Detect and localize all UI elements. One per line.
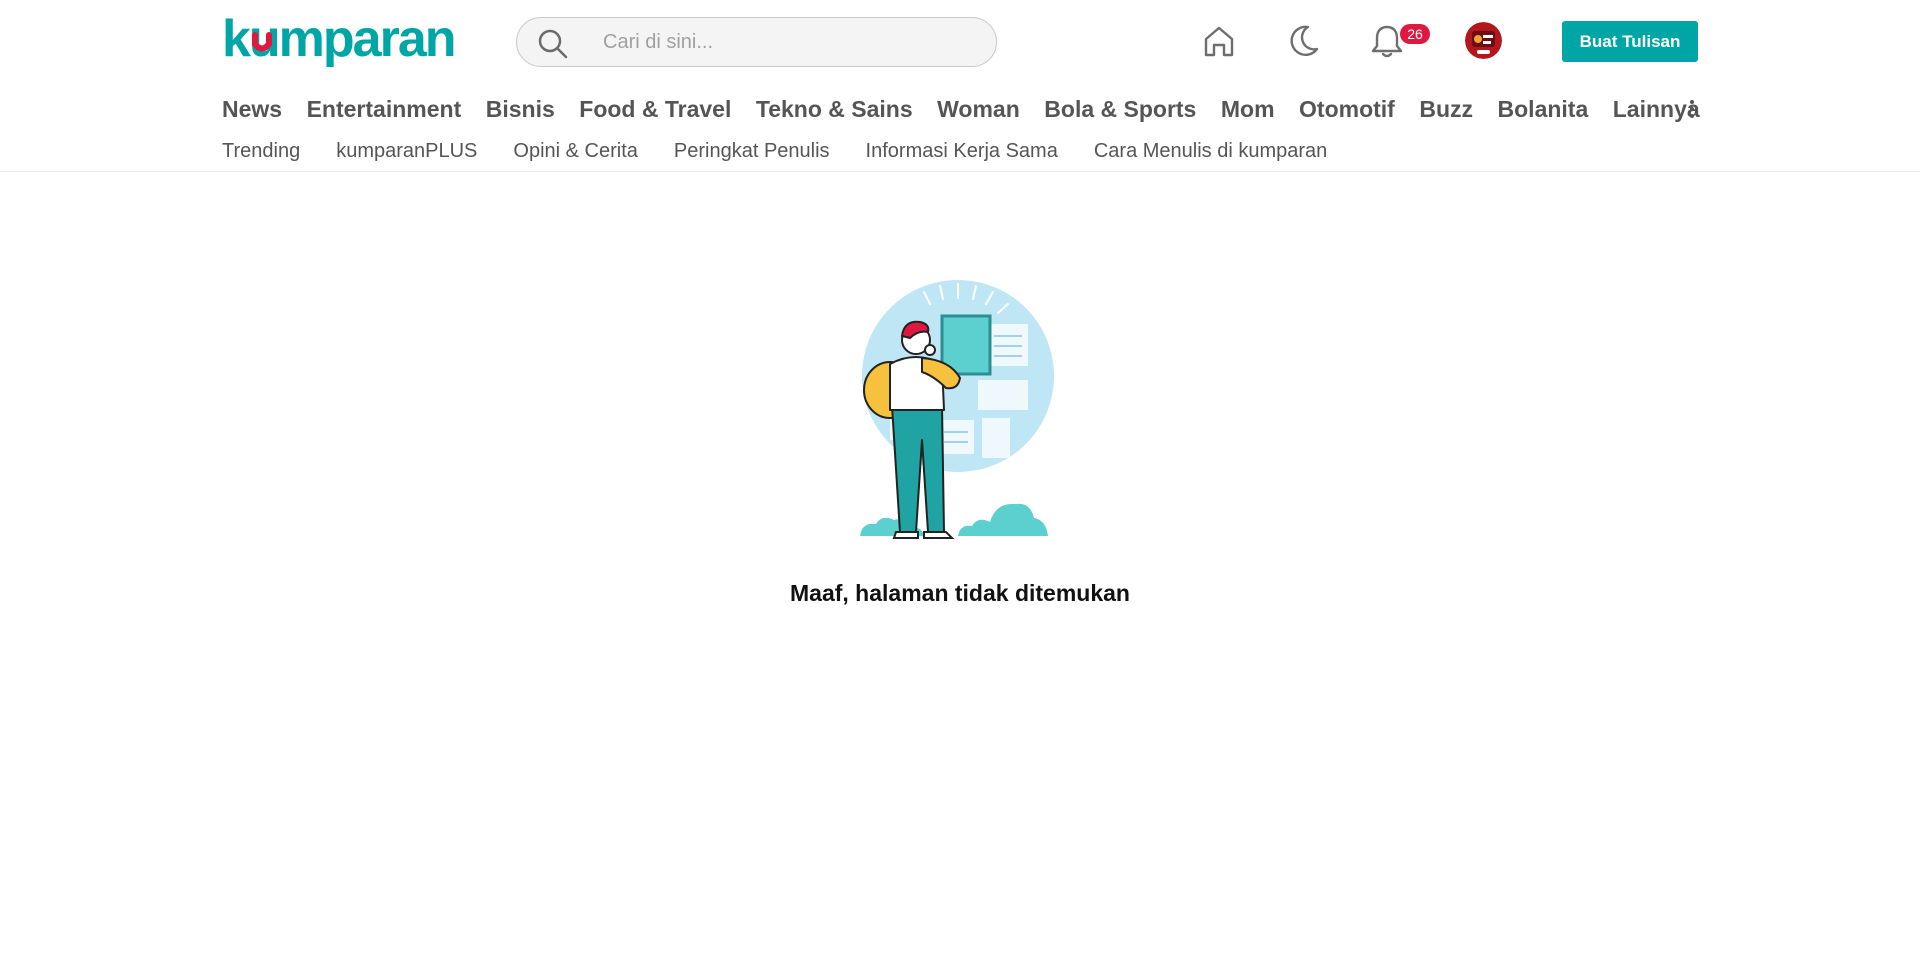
nav-item-news[interactable]: News [222, 96, 282, 123]
main-category-nav: News Entertainment Bisnis Food & Travel … [222, 94, 1724, 124]
moon-icon[interactable] [1284, 22, 1322, 60]
secondary-nav: Trending kumparanPLUS Opini & Cerita Per… [222, 139, 1363, 163]
nav-item-buzz[interactable]: Buzz [1419, 96, 1473, 123]
subnav-item-informasi-kerja-sama[interactable]: Informasi Kerja Sama [866, 140, 1058, 163]
nav-item-tekno-sains[interactable]: Tekno & Sains [756, 96, 913, 123]
subnav-item-opini-cerita[interactable]: Opini & Cerita [513, 140, 638, 163]
more-vertical-icon[interactable] [1687, 98, 1697, 120]
nav-item-bolanita[interactable]: Bolanita [1498, 96, 1589, 123]
nav-item-food-travel[interactable]: Food & Travel [579, 96, 731, 123]
not-found-message: Maaf, halaman tidak ditemukan [790, 580, 1130, 606]
nav-item-bisnis[interactable]: Bisnis [486, 96, 555, 123]
write-article-button[interactable]: Buat Tulisan [1562, 21, 1698, 62]
nav-item-otomotif[interactable]: Otomotif [1299, 96, 1395, 123]
kumparan-logo[interactable]: kumparan [222, 12, 462, 72]
notification-count-badge: 26 [1400, 24, 1430, 44]
avatar[interactable] [1465, 22, 1502, 59]
subnav-item-cara-menulis[interactable]: Cara Menulis di kumparan [1094, 140, 1327, 163]
nav-item-woman[interactable]: Woman [937, 96, 1020, 123]
nav-item-mom[interactable]: Mom [1221, 96, 1275, 123]
home-icon[interactable] [1200, 22, 1238, 60]
not-found-illustration [860, 280, 1054, 539]
search-input[interactable] [603, 27, 973, 57]
subnav-item-trending[interactable]: Trending [222, 140, 300, 163]
subnav-item-peringkat-penulis[interactable]: Peringkat Penulis [674, 140, 830, 163]
bell-icon[interactable] [1368, 22, 1406, 60]
search-bar[interactable] [516, 17, 997, 67]
subnav-item-kumparanplus[interactable]: kumparanPLUS [336, 140, 477, 163]
nav-item-bola-sports[interactable]: Bola & Sports [1044, 96, 1196, 123]
site-header: kumparan 26 Buat Tulisan News Entertainm… [0, 0, 1920, 172]
nav-item-entertainment[interactable]: Entertainment [307, 96, 462, 123]
search-icon[interactable] [537, 28, 569, 60]
